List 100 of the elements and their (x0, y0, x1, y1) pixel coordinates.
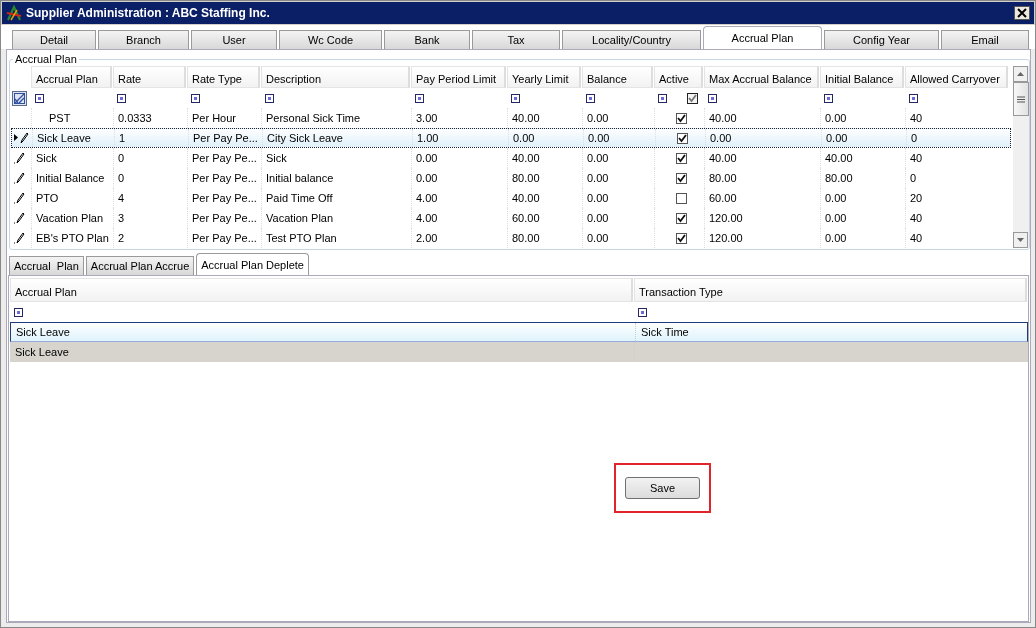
tab[interactable]: Accrual Plan (703, 26, 822, 49)
table-cell: Sick Leave (15, 346, 69, 358)
column-header[interactable]: Transaction Type (634, 278, 1027, 302)
table-cell: 40.00 (512, 112, 540, 124)
save-button[interactable]: Save (625, 477, 700, 499)
filter-icon[interactable] (191, 94, 200, 103)
table-cell: 3.00 (416, 112, 438, 124)
scrollbar[interactable] (1013, 66, 1029, 248)
table-cell: 0.00 (513, 132, 535, 144)
tab[interactable]: Branch (98, 30, 189, 49)
table-cell: 2.00 (416, 232, 438, 244)
checkbox[interactable] (676, 112, 687, 124)
column-header[interactable]: Max Accrual Balance (704, 66, 819, 88)
table-cell: 40.00 (825, 152, 853, 164)
table-row[interactable]: Sick 0 Per Pay Pe... Sick 0.00 40.00 0.00 40.00 40.00 40 (11, 148, 1011, 168)
table-row[interactable]: Sick Leave Sick Time (10, 322, 1028, 342)
table-row[interactable]: PTO 4 Per Pay Pe... Paid Time Off 4.00 40.00 0.00 60.00 0.00 20 (11, 188, 1011, 208)
filter-icon[interactable] (824, 94, 833, 103)
filter-icon[interactable] (909, 94, 918, 103)
table-row[interactable]: Sick Leave 1 Per Pay Pe... City Sick Leave 1.00 0.00 0.00 0.00 0.00 0 (11, 128, 1011, 148)
grip-icon (1017, 95, 1025, 103)
table-cell: 0.00 (416, 172, 438, 184)
filter-icon[interactable] (586, 94, 595, 103)
filter-icon[interactable] (415, 94, 424, 103)
column-header[interactable]: Initial Balance (820, 66, 904, 88)
table-cell: 0.00 (826, 132, 848, 144)
tab[interactable]: Accrual Plan Deplete (196, 253, 309, 275)
table-cell: 0.00 (587, 112, 609, 124)
filter-icon[interactable] (265, 94, 274, 103)
column-header[interactable]: Accrual Plan (10, 278, 633, 302)
column-header[interactable]: Balance (582, 66, 653, 88)
table-cell: 0.00 (710, 132, 732, 144)
filter-icon[interactable] (638, 308, 647, 317)
clear-filter-button[interactable] (12, 91, 27, 106)
table-cell: 60.00 (709, 192, 737, 204)
check-icon (688, 94, 697, 103)
table-cell: 40 (910, 152, 923, 164)
scroll-up-button[interactable] (1013, 66, 1028, 82)
table-cell: 80.00 (709, 172, 737, 184)
table-cell: Vacation Plan (266, 212, 334, 224)
tab[interactable]: User (191, 30, 277, 49)
checkbox[interactable] (677, 132, 688, 144)
table-cell: 0.00 (825, 212, 847, 224)
table-cell: 80.00 (825, 172, 853, 184)
column-header[interactable]: Description (261, 66, 410, 88)
filter-icon[interactable] (35, 94, 44, 103)
column-header[interactable]: Pay Period Limit (411, 66, 506, 88)
column-header[interactable]: Rate Type (187, 66, 260, 88)
tab[interactable]: Locality/Country (562, 30, 701, 49)
checkbox[interactable] (676, 172, 687, 184)
tab[interactable]: Config Year (824, 30, 939, 49)
filter-icon[interactable] (117, 94, 126, 103)
table-row[interactable]: Vacation Plan 3 Per Pay Pe... Vacation Plan 4.00 60.00 0.00 120.00 0.00 40 (11, 208, 1011, 228)
table-cell: City Sick Leave (267, 132, 343, 144)
filter-icon[interactable] (708, 94, 717, 103)
group-title: Accrual Plan (14, 53, 78, 65)
checkbox[interactable] (687, 93, 698, 104)
table-cell: 4.00 (416, 192, 438, 204)
checkbox[interactable] (676, 232, 687, 244)
scroll-thumb[interactable] (1013, 82, 1029, 116)
table-cell: 120.00 (709, 232, 743, 244)
close-button[interactable] (1014, 6, 1030, 20)
table-cell: 40 (910, 112, 923, 124)
table-row[interactable]: EB's PTO Plan 2 Per Pay Pe... Test PTO Plan 2.00 80.00 0.00 120.00 0.00 40 (11, 228, 1011, 248)
filter-icon[interactable] (658, 94, 667, 103)
table-row[interactable]: Sick Leave (10, 342, 1028, 362)
column-header[interactable]: Accrual Plan (31, 66, 112, 88)
tab[interactable]: Tax (472, 30, 560, 49)
scroll-down-button[interactable] (1013, 232, 1028, 248)
table-cell: 40.00 (709, 112, 737, 124)
column-header[interactable]: Yearly Limit (507, 66, 581, 88)
column-header[interactable]: Active (654, 66, 703, 88)
tab[interactable]: Email (941, 30, 1029, 49)
tab[interactable]: Detail (12, 30, 96, 49)
table-cell: Per Pay Pe... (192, 152, 257, 164)
table-cell: Sick (266, 152, 287, 164)
table-cell: 0.00 (825, 232, 847, 244)
row-pointer-pencil-icon (13, 131, 29, 145)
filter-icon[interactable] (14, 308, 23, 317)
checkbox[interactable] (676, 212, 687, 224)
table-cell: Test PTO Plan (266, 232, 337, 244)
table-cell: Personal Sick Time (266, 112, 361, 124)
table-cell: 0.00 (587, 192, 609, 204)
tab[interactable]: Accrual Plan (9, 256, 84, 275)
tab[interactable]: Accrual Plan Accrue (85, 256, 195, 275)
table-cell: 0.0333 (118, 112, 152, 124)
table-cell: 3 (118, 212, 125, 224)
tab[interactable]: Bank (384, 30, 470, 49)
table-cell: 0.00 (588, 132, 610, 144)
table-cell: 2 (118, 232, 125, 244)
window-title: Supplier Administration : ABC Staffing Inc. (26, 6, 271, 20)
column-header[interactable]: Allowed Carryover (905, 66, 1008, 88)
checkbox[interactable] (676, 192, 687, 204)
table-row[interactable]: Initial Balance 0 Per Pay Pe... Initial balance 0.00 80.00 0.00 80.00 80.00 0 (11, 168, 1011, 188)
table-cell: 40 (910, 232, 923, 244)
checkbox[interactable] (676, 152, 687, 164)
filter-icon[interactable] (511, 94, 520, 103)
tab[interactable]: Wc Code (279, 30, 382, 49)
column-header[interactable]: Rate (113, 66, 186, 88)
table-cell: Per Pay Pe... (192, 192, 257, 204)
